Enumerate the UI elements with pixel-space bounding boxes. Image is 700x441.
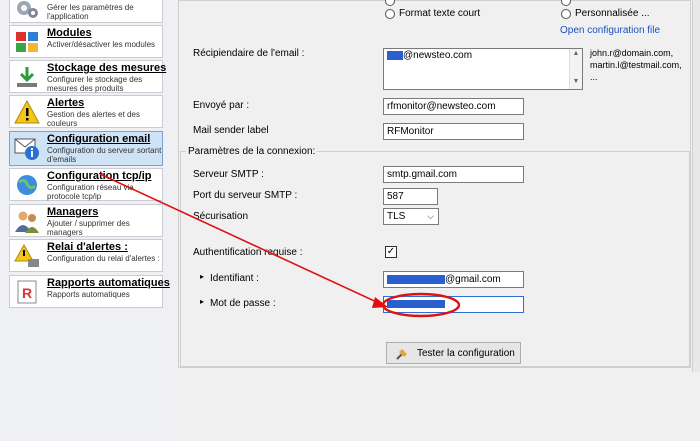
- annotation-arrow-line: [99, 173, 384, 306]
- annotation-ellipse: [381, 292, 461, 318]
- annotation-arrowhead: [372, 297, 388, 308]
- annotation-overlay: [99, 173, 461, 318]
